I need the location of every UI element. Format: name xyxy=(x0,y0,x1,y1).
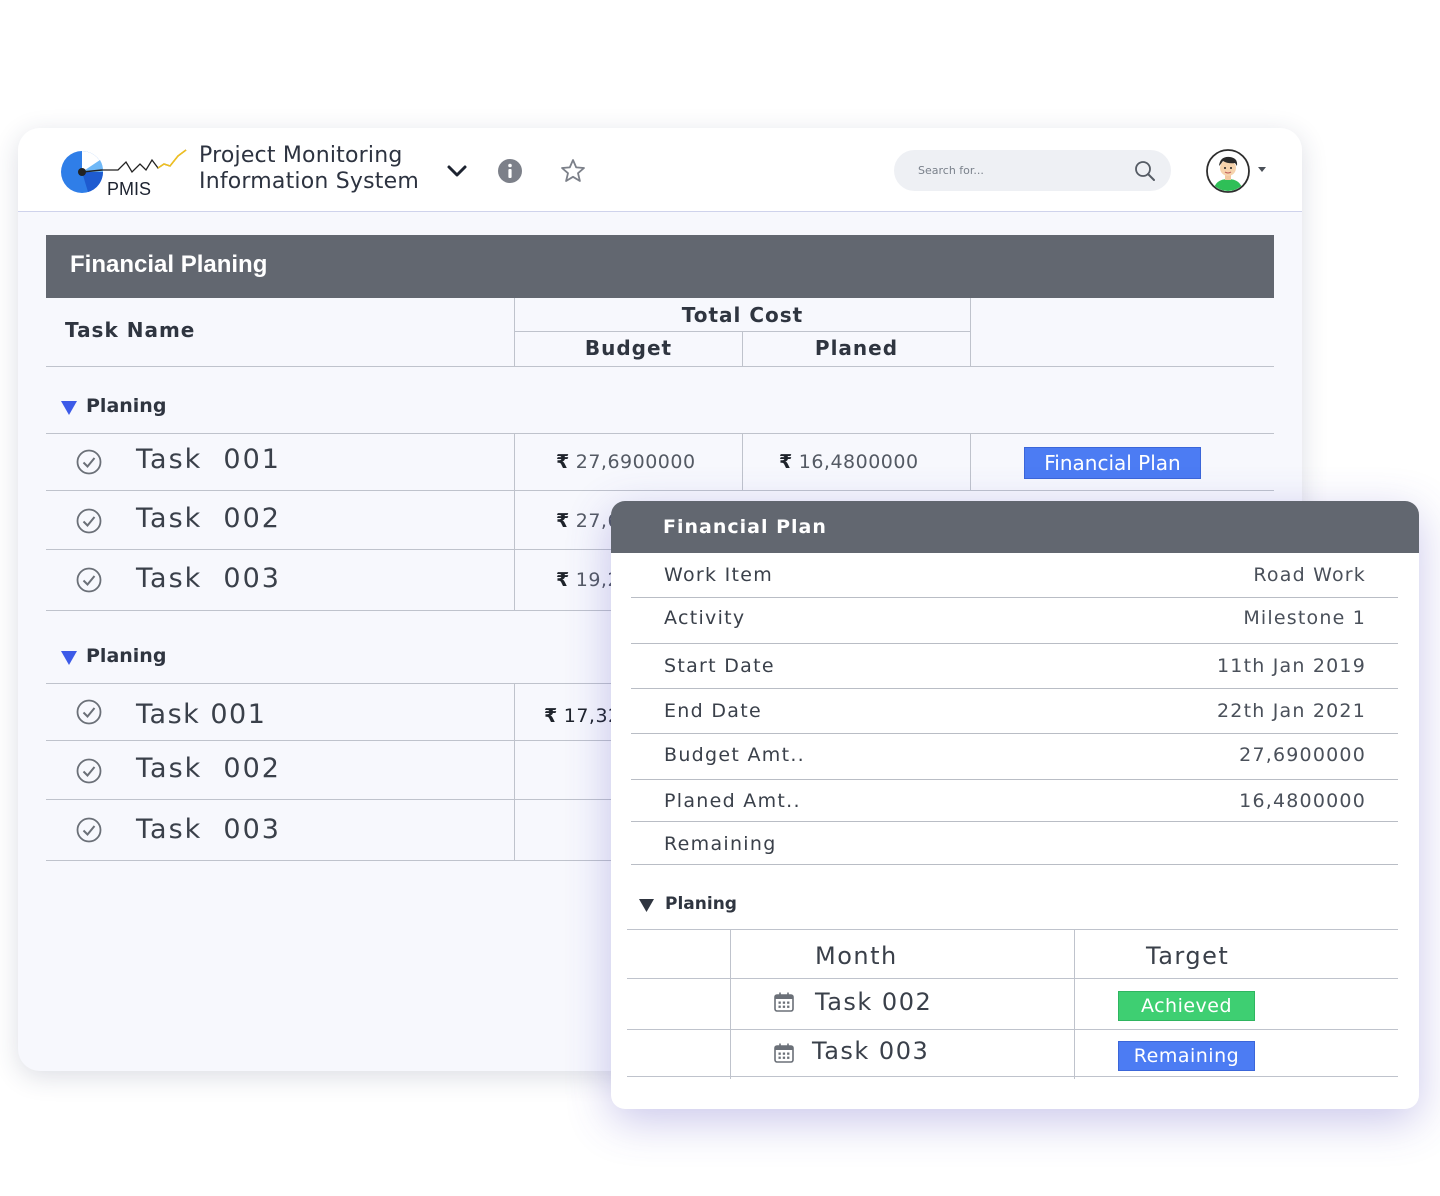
detail-row: Planed Amt.. 16,4800000 xyxy=(631,780,1398,822)
info-icon[interactable] xyxy=(497,158,523,184)
triangle-down-icon[interactable] xyxy=(61,651,77,665)
detail-row: Work Item Road Work xyxy=(631,553,1398,598)
detail-label: Planed Amt.. xyxy=(664,790,801,812)
col-budget: Budget xyxy=(584,336,673,360)
financial-plan-popup: Financial Plan Work Item Road Work Activ… xyxy=(611,501,1419,1109)
divider xyxy=(514,684,515,860)
popup-header: Financial Plan xyxy=(611,501,1419,553)
col-total-cost: Total Cost xyxy=(681,303,804,327)
col-task-name: Task Name xyxy=(65,318,196,342)
detail-row: Activity Milestone 1 xyxy=(631,598,1398,644)
status-badge-remaining: Remaining xyxy=(1118,1041,1255,1071)
divider xyxy=(515,331,970,332)
detail-row: End Date 22th Jan 2021 xyxy=(631,689,1398,734)
col-month: Month xyxy=(815,942,898,970)
search-icon[interactable] xyxy=(1134,160,1156,182)
col-planed: Planed xyxy=(814,336,899,360)
star-icon[interactable] xyxy=(560,158,586,184)
detail-row: Start Date 11th Jan 2019 xyxy=(631,644,1398,689)
month-cell: Task 002 xyxy=(815,988,933,1016)
app-title-line1: Project Monitoring xyxy=(199,143,403,168)
divider xyxy=(730,929,731,1079)
pmis-logo: PMIS xyxy=(61,149,187,198)
app-title: Project Monitoring Information System xyxy=(199,143,419,195)
logo-text: PMIS xyxy=(107,179,151,198)
task-name: Task 001 xyxy=(136,444,281,475)
divider xyxy=(514,434,515,610)
divider xyxy=(742,331,743,366)
check-circle-icon xyxy=(76,817,102,843)
financial-plan-button[interactable]: Financial Plan xyxy=(1024,447,1201,479)
avatar-dropdown-caret-icon[interactable] xyxy=(1257,165,1267,173)
divider xyxy=(46,366,1274,367)
check-circle-icon xyxy=(76,567,102,593)
triangle-down-icon[interactable] xyxy=(639,899,654,912)
app-header: PMIS Project Monitoring Information Syst… xyxy=(18,128,1302,212)
divider xyxy=(1074,929,1075,1079)
divider xyxy=(970,298,971,366)
detail-value: 27,6900000 xyxy=(1239,744,1366,766)
avatar-icon[interactable] xyxy=(1206,149,1250,193)
detail-value: 16,4800000 xyxy=(1239,790,1366,812)
divider xyxy=(514,298,515,366)
divider xyxy=(627,929,1398,930)
detail-row: Remaining xyxy=(631,822,1398,865)
check-circle-icon xyxy=(76,449,102,475)
detail-label: Work Item xyxy=(664,564,774,586)
status-badge-achieved: Achieved xyxy=(1118,991,1255,1021)
task-name: Task 002 xyxy=(136,503,281,534)
check-circle-icon xyxy=(76,508,102,534)
calendar-icon xyxy=(774,992,794,1012)
detail-label: Start Date xyxy=(664,655,775,677)
detail-label: Remaining xyxy=(664,833,777,855)
month-cell: Task 003 xyxy=(812,1037,930,1065)
divider xyxy=(627,978,1398,979)
budget-cell: ₹27,6900000 xyxy=(556,451,696,473)
divider xyxy=(742,434,743,491)
detail-value: 22th Jan 2021 xyxy=(1217,700,1366,722)
group-label: Planing xyxy=(86,395,167,417)
table-header: Task Name Total Cost Budget Planed xyxy=(46,298,1274,366)
task-name: Task 001 xyxy=(136,699,267,730)
group-label: Planing xyxy=(86,645,167,667)
planed-cell: ₹16,4800000 xyxy=(779,451,919,473)
panel-title: Financial Planing xyxy=(70,251,268,278)
task-name: Task 003 xyxy=(136,814,281,845)
app-title-line2: Information System xyxy=(199,169,419,194)
detail-value: 11th Jan 2019 xyxy=(1217,655,1366,677)
panel-title-bar: Financial Planing xyxy=(46,235,1274,298)
task-name: Task 002 xyxy=(136,753,281,784)
search-box[interactable] xyxy=(894,150,1171,191)
search-input[interactable] xyxy=(918,160,1118,180)
divider xyxy=(627,1076,1398,1077)
detail-label: Budget Amt.. xyxy=(664,744,806,766)
divider xyxy=(970,434,971,491)
detail-value: Milestone 1 xyxy=(1243,607,1366,629)
triangle-down-icon[interactable] xyxy=(61,401,77,415)
check-circle-icon xyxy=(76,699,102,725)
popup-title: Financial Plan xyxy=(663,516,827,538)
divider xyxy=(627,1029,1398,1030)
calendar-icon xyxy=(774,1043,794,1063)
check-circle-icon xyxy=(76,758,102,784)
popup-group-label: Planing xyxy=(665,894,737,914)
detail-label: Activity xyxy=(664,607,746,629)
detail-row: Budget Amt.. 27,6900000 xyxy=(631,734,1398,780)
budget-cell: ₹17,32 xyxy=(544,705,621,727)
col-target: Target xyxy=(1146,942,1230,970)
chevron-down-icon[interactable] xyxy=(444,158,470,184)
task-name: Task 003 xyxy=(136,563,281,594)
detail-value: Road Work xyxy=(1253,564,1366,586)
detail-label: End Date xyxy=(664,700,762,722)
